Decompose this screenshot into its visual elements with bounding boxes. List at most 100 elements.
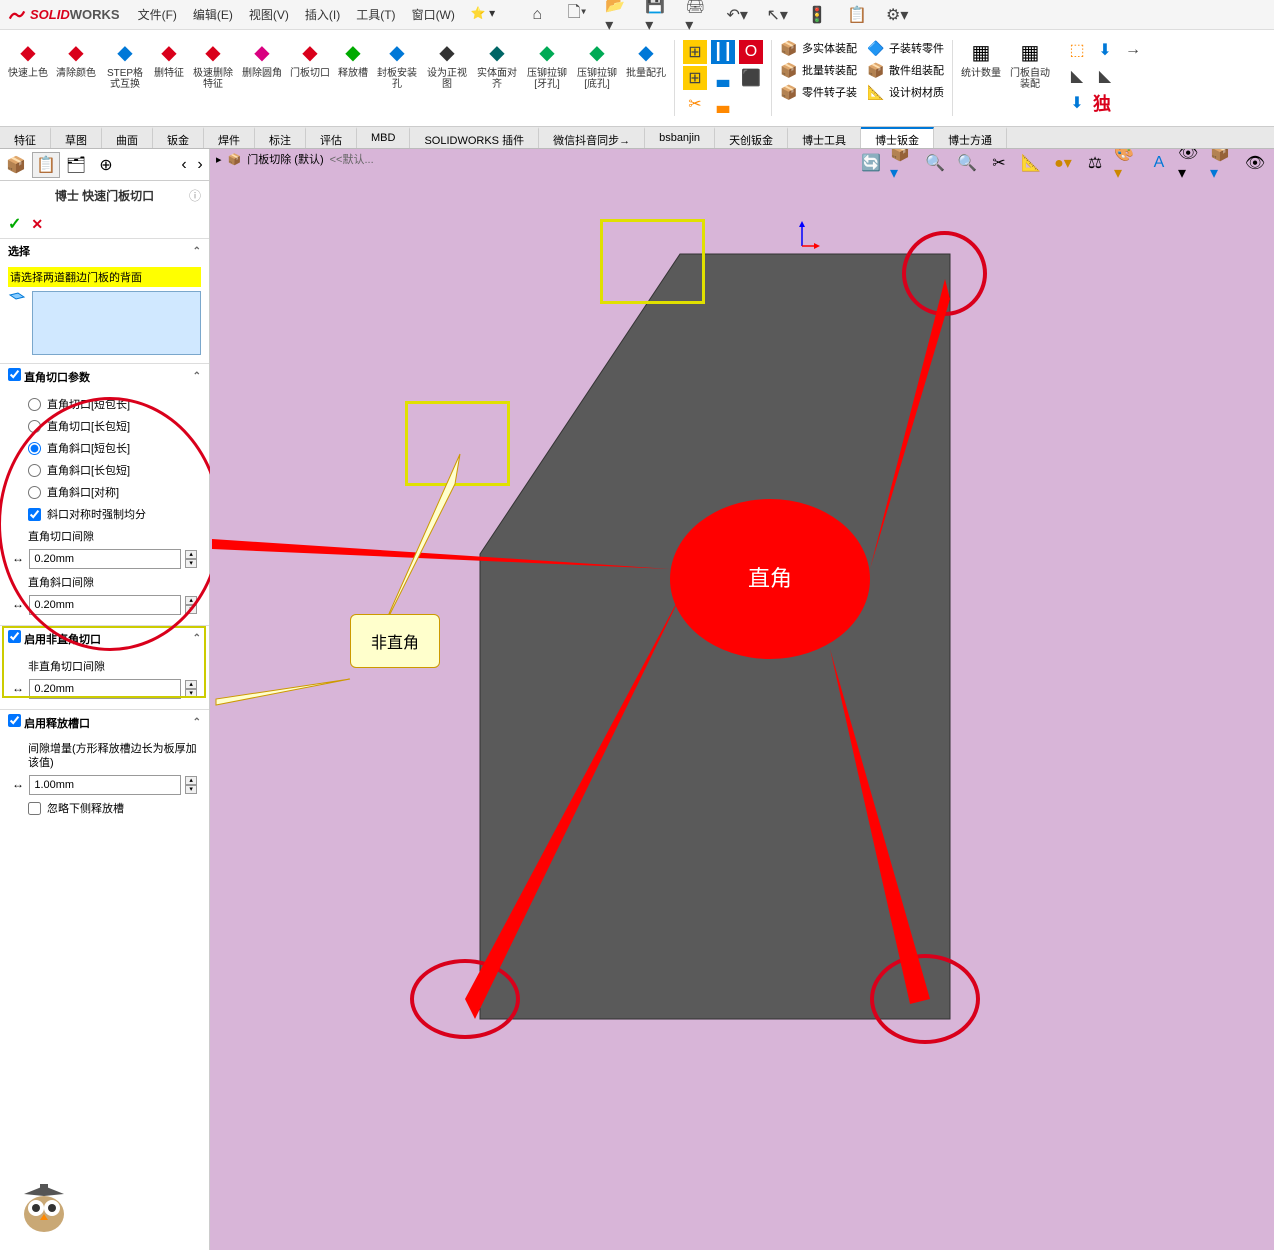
inc-input[interactable] bbox=[29, 775, 181, 795]
gap3-input[interactable] bbox=[29, 679, 181, 699]
gear-icon[interactable]: ⚙▾ bbox=[885, 3, 909, 27]
ribbon-item-2[interactable]: ◆STEP格式互换 bbox=[100, 36, 150, 120]
help-icon[interactable]: ⓘ bbox=[189, 187, 201, 204]
open-icon[interactable]: 📂▾ bbox=[605, 3, 629, 27]
hide-icon[interactable]: 👁▾ bbox=[1178, 151, 1204, 175]
ribbon-item-13[interactable]: ◆批量配孔 bbox=[622, 36, 670, 120]
plugins1-1[interactable]: 📦批量转装配 bbox=[778, 60, 859, 80]
ribbon-item-8[interactable]: ◆封板安装孔 bbox=[372, 36, 422, 120]
ribbon-item-10[interactable]: ◆实体面对齐 bbox=[472, 36, 522, 120]
render-icon[interactable]: 📦▾ bbox=[1210, 151, 1236, 175]
traffic-icon[interactable]: 🚦 bbox=[805, 3, 829, 27]
plugins1-2[interactable]: 📦零件转子装 bbox=[778, 82, 859, 102]
cancel-button[interactable]: ✕ bbox=[31, 216, 43, 233]
plugins2-1[interactable]: 📦散件组装配 bbox=[865, 60, 946, 80]
tab-12[interactable]: 博士工具 bbox=[788, 127, 861, 148]
grid-icon-5[interactable]: ▃ bbox=[711, 66, 735, 90]
sym-check[interactable] bbox=[28, 508, 41, 521]
fm-tab-config[interactable]: 🗂 bbox=[62, 152, 90, 178]
tab-6[interactable]: 评估 bbox=[306, 127, 357, 148]
download-icon-2[interactable]: ⬇ bbox=[1065, 91, 1089, 115]
visibility-icon[interactable]: 👁 bbox=[1242, 151, 1268, 175]
ribbon-item-9[interactable]: ◆设为正视图 bbox=[422, 36, 472, 120]
new-icon[interactable]: 🗋▾ bbox=[565, 3, 589, 27]
grid-icon-3[interactable]: O bbox=[739, 40, 763, 64]
fm-tab-prev[interactable]: ‹ bbox=[177, 152, 191, 178]
breadcrumb-item[interactable]: 门板切除 (默认) bbox=[247, 151, 323, 167]
ok-button[interactable]: ✓ bbox=[8, 214, 21, 234]
fm-tab-dim[interactable]: ⊕ bbox=[92, 152, 120, 178]
pm-section-relief-head[interactable]: 启用释放槽口 ⌃ bbox=[0, 710, 209, 735]
fm-tab-feature[interactable]: 📦 bbox=[2, 152, 30, 178]
menu-more[interactable]: ⭐ ▾ bbox=[471, 6, 495, 23]
menu-file[interactable]: 文件(F) bbox=[138, 6, 177, 23]
arrow-right-icon[interactable]: → bbox=[1121, 38, 1145, 62]
radio-3[interactable] bbox=[28, 464, 41, 477]
pm-section-nonright-head[interactable]: 启用非直角切口 ⌃ bbox=[0, 626, 209, 651]
undo-icon[interactable]: ↶▾ bbox=[725, 3, 749, 27]
plugins1-0[interactable]: 📦多实体装配 bbox=[778, 38, 859, 58]
grid-icon-2[interactable]: ┃┃ bbox=[711, 40, 735, 64]
plugins2-2[interactable]: 📐设计树材质 bbox=[865, 82, 946, 102]
ribbon-item-6[interactable]: ◆门板切口 bbox=[286, 36, 334, 120]
ribbon-item-7[interactable]: ◆释放槽 bbox=[334, 36, 372, 120]
zoom-fit-icon[interactable]: 🔍 bbox=[922, 151, 948, 175]
menu-insert[interactable]: 插入(I) bbox=[305, 6, 340, 23]
spin-down[interactable]: ▾ bbox=[185, 689, 197, 698]
du-label[interactable]: 独 bbox=[1093, 90, 1111, 116]
appearance-icon[interactable]: 🎨▾ bbox=[1114, 151, 1140, 175]
tab-7[interactable]: MBD bbox=[357, 127, 410, 148]
spin-up[interactable]: ▴ bbox=[185, 776, 197, 785]
menu-tools[interactable]: 工具(T) bbox=[356, 6, 395, 23]
ribbon-item-3[interactable]: ◆删特征 bbox=[150, 36, 188, 120]
select-icon[interactable]: ↖▾ bbox=[765, 3, 789, 27]
home-icon[interactable]: ⌂ bbox=[525, 3, 549, 27]
menu-edit[interactable]: 编辑(E) bbox=[193, 6, 233, 23]
spin-down[interactable]: ▾ bbox=[185, 559, 197, 568]
ribbon-item-1[interactable]: ◆清除颜色 bbox=[52, 36, 100, 120]
pm-section-select-head[interactable]: 选择 ⌃ bbox=[0, 239, 209, 263]
tab-2[interactable]: 曲面 bbox=[102, 127, 153, 148]
grid-icon-6[interactable]: ⬛ bbox=[739, 66, 763, 90]
tab-1[interactable]: 草图 bbox=[51, 127, 102, 148]
gap1-input[interactable] bbox=[29, 549, 181, 569]
graphics-area[interactable]: ▸ 📦 门板切除 (默认) <<默认... 🔄 📦▾ 🔍 🔍 ✂ 📐 ●▾ ⚖ … bbox=[210, 149, 1274, 1250]
zoom-area-icon[interactable]: 🔍 bbox=[954, 151, 980, 175]
ribbon-right-0[interactable]: ▦统计数量 bbox=[957, 36, 1005, 120]
grid-icon-7[interactable]: ▃ bbox=[711, 92, 735, 116]
tab-11[interactable]: 天创钣金 bbox=[715, 127, 788, 148]
download-icon[interactable]: ⬇ bbox=[1093, 38, 1117, 62]
pm-section-params-head[interactable]: 直角切口参数 ⌃ bbox=[0, 364, 209, 389]
menu-window[interactable]: 窗口(W) bbox=[412, 6, 455, 23]
ribbon-item-4[interactable]: ◆极速删除特征 bbox=[188, 36, 238, 120]
display-icon[interactable]: 📐 bbox=[1018, 151, 1044, 175]
shaded-icon[interactable]: ●▾ bbox=[1050, 151, 1076, 175]
spin-up[interactable]: ▴ bbox=[185, 550, 197, 559]
ribbon-item-0[interactable]: ◆快速上色 bbox=[4, 36, 52, 120]
fm-tab-next[interactable]: › bbox=[193, 152, 207, 178]
radio-1[interactable] bbox=[28, 420, 41, 433]
spin-down[interactable]: ▾ bbox=[185, 785, 197, 794]
grid-icon-4[interactable]: ⊞ bbox=[683, 66, 707, 90]
tab-4[interactable]: 焊件 bbox=[204, 127, 255, 148]
spin-up[interactable]: ▴ bbox=[185, 596, 197, 605]
tab-0[interactable]: 特征 bbox=[0, 127, 51, 148]
tab-3[interactable]: 钣金 bbox=[153, 127, 204, 148]
ext-icon-1[interactable]: ⬚ bbox=[1065, 38, 1089, 62]
ignore-check[interactable] bbox=[28, 802, 41, 815]
tab-9[interactable]: 微信抖音同步→ bbox=[539, 127, 645, 148]
plugins2-0[interactable]: 🔷子装转零件 bbox=[865, 38, 946, 58]
ext-icon-2[interactable]: ◣ bbox=[1065, 64, 1089, 88]
tab-10[interactable]: bsbanjin bbox=[645, 127, 715, 148]
ribbon-item-5[interactable]: ◆删除圆角 bbox=[238, 36, 286, 120]
grid-icon-1[interactable]: ⊞ bbox=[683, 40, 707, 64]
radio-4[interactable] bbox=[28, 486, 41, 499]
print-icon[interactable]: 🖨▾ bbox=[685, 3, 709, 27]
fm-tab-property[interactable]: 📋 bbox=[32, 152, 60, 178]
ribbon-item-11[interactable]: ◆压铆拉铆[牙孔] bbox=[522, 36, 572, 120]
menu-view[interactable]: 视图(V) bbox=[249, 6, 289, 23]
tab-5[interactable]: 标注 bbox=[255, 127, 306, 148]
ribbon-item-12[interactable]: ◆压铆拉铆[底孔] bbox=[572, 36, 622, 120]
sec3-check[interactable] bbox=[8, 714, 21, 727]
radio-2[interactable] bbox=[28, 442, 41, 455]
